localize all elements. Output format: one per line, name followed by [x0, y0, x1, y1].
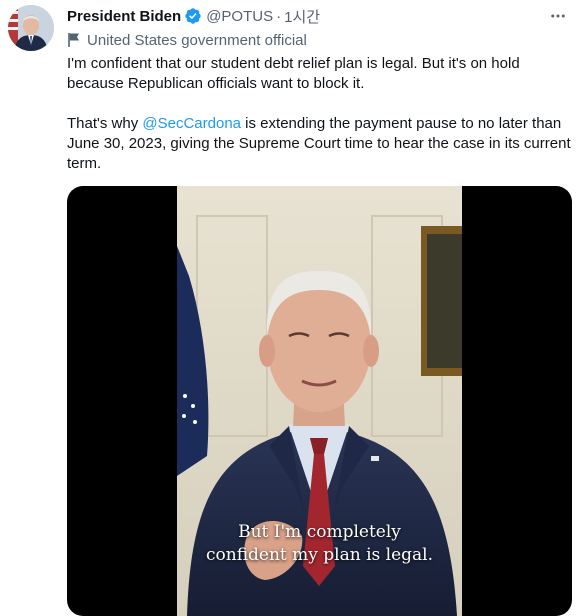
timestamp[interactable]: 1시간 [284, 6, 320, 27]
caption-line-2: confident my plan is legal. [205, 545, 434, 565]
video-player[interactable]: But I'm completely confident my plan is … [67, 186, 572, 616]
verified-badge-icon [185, 8, 201, 24]
tweet-text: I'm confident that our student debt reli… [67, 54, 572, 174]
more-options-icon[interactable] [546, 4, 570, 28]
tweet-paragraph-2: That's why @SecCardona is extending the … [67, 114, 572, 174]
separator-dot: · [276, 7, 282, 25]
more-dots-icon [551, 14, 565, 18]
avatar-image [8, 5, 54, 51]
government-label[interactable]: United States government official [67, 30, 307, 50]
caption-line-1: But I'm completely [238, 522, 401, 542]
mention-link[interactable]: @SecCardona [142, 115, 241, 132]
flag-icon [68, 33, 79, 47]
government-label-text: United States government official [87, 31, 307, 49]
tweet-text-segment: That's why [67, 115, 143, 132]
video-caption: But I'm completely confident my plan is … [177, 521, 462, 567]
handle[interactable]: @POTUS [206, 8, 273, 25]
tweet-header: President Biden @POTUS · 1시간 [67, 6, 320, 26]
display-name[interactable]: President Biden [67, 8, 181, 25]
avatar[interactable] [8, 5, 54, 51]
tweet-paragraph-1: I'm confident that our student debt reli… [67, 55, 520, 92]
